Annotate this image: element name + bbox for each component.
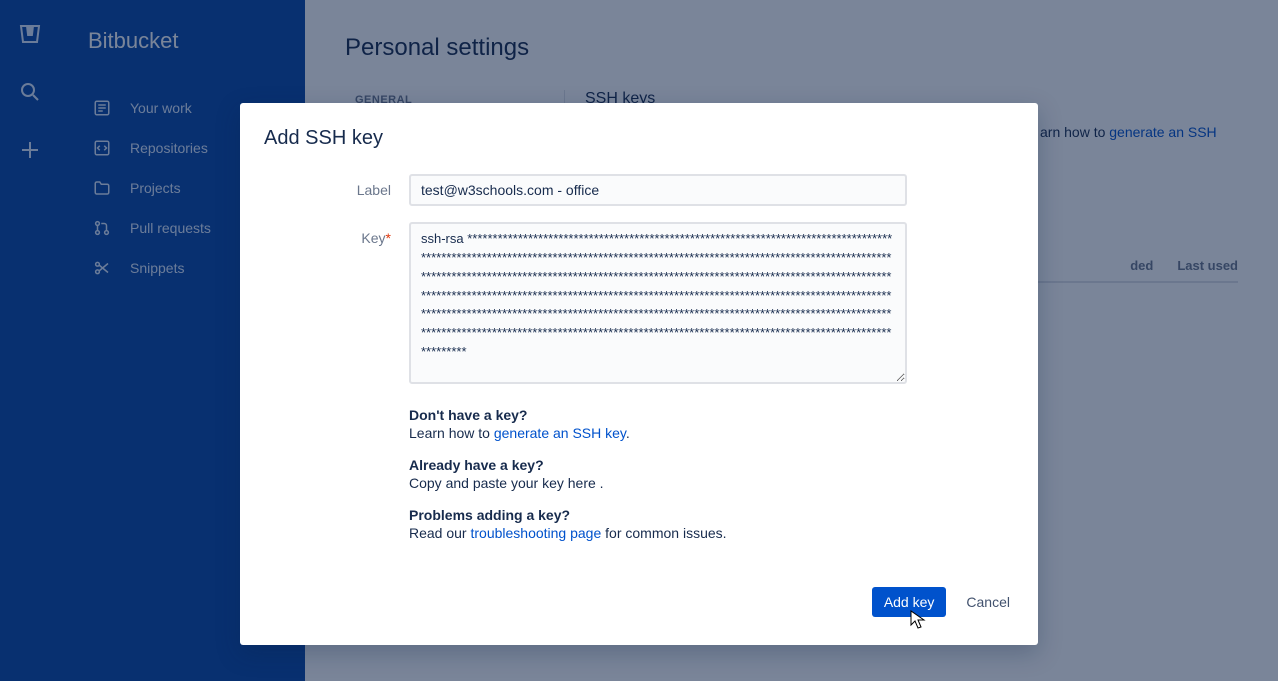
help-a2: Copy and paste your key here . [409, 475, 1014, 491]
add-ssh-key-modal: Add SSH key Label Key* Don't have a key?… [240, 103, 1038, 645]
label-field-label: Label [264, 174, 409, 206]
modal-help: Don't have a key? Learn how to generate … [264, 407, 1014, 541]
label-input[interactable] [409, 174, 907, 206]
troubleshooting-link[interactable]: troubleshooting page [470, 525, 601, 541]
help-a3: Read our troubleshooting page for common… [409, 525, 1014, 541]
generate-ssh-key-link[interactable]: generate an SSH key [494, 425, 626, 441]
add-key-button[interactable]: Add key [872, 587, 947, 617]
key-field-label: Key* [264, 222, 409, 387]
modal-footer: Add key Cancel [872, 587, 1010, 617]
help-q1: Don't have a key? [409, 407, 1014, 423]
help-q2: Already have a key? [409, 457, 1014, 473]
cancel-button[interactable]: Cancel [966, 594, 1010, 610]
help-a1: Learn how to generate an SSH key. [409, 425, 1014, 441]
help-q3: Problems adding a key? [409, 507, 1014, 523]
modal-title: Add SSH key [264, 127, 1014, 150]
key-textarea[interactable] [409, 222, 907, 384]
